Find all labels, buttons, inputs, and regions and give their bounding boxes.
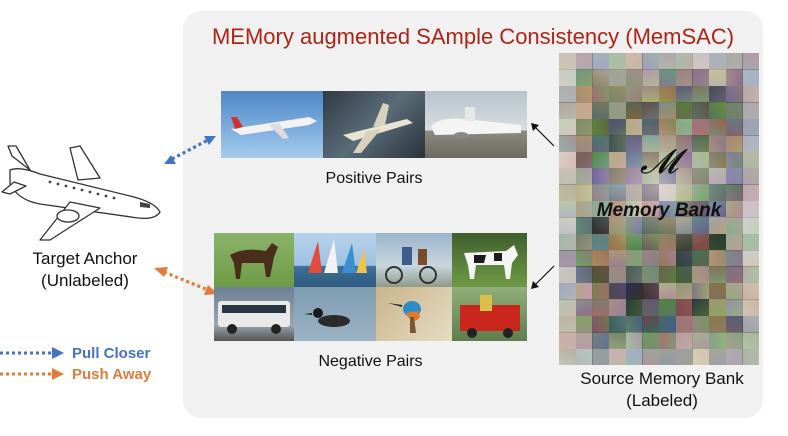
airplane-sketch-icon	[1, 145, 161, 241]
push-away-label: Push Away	[72, 366, 152, 383]
positive-image	[221, 91, 323, 158]
negative-image	[294, 233, 376, 287]
negative-image	[452, 233, 527, 287]
memory-bank-name: Memory Bank	[596, 200, 722, 221]
pull-arrow-icon	[164, 136, 216, 164]
push-legend-arrow-icon	[0, 368, 64, 380]
pull-legend-arrow-icon	[0, 347, 64, 359]
positive-pairs-caption: Positive Pairs	[325, 170, 423, 187]
diagram-title: MEMory augmented SAmple Consistency (Mem…	[211, 24, 735, 49]
pull-closer-label: Pull Closer	[72, 345, 151, 362]
negative-pairs-caption: Negative Pairs	[318, 353, 423, 370]
positive-image	[425, 91, 527, 158]
positive-pairs-strip	[221, 91, 527, 158]
target-label-line1: Target Anchor	[32, 249, 138, 268]
push-arrow-icon	[154, 267, 218, 295]
source-memory-bank-caption: Source Memory Bank (Labeled)	[548, 368, 776, 412]
negative-image	[452, 287, 527, 341]
memory-symbol: 𝓜	[639, 142, 679, 182]
negative-image	[214, 233, 294, 287]
negative-image	[214, 287, 294, 341]
negative-pairs-grid	[214, 233, 527, 341]
negative-image	[376, 233, 452, 287]
positive-image	[323, 91, 425, 158]
target-label-line2: (Unlabeled)	[41, 271, 129, 290]
negative-image	[376, 287, 452, 341]
negative-image	[294, 287, 376, 341]
target-anchor-label: Target Anchor (Unlabeled)	[5, 248, 165, 292]
bank-caption-line2: (Labeled)	[626, 391, 698, 410]
bank-to-negative-arrow-icon	[531, 265, 555, 289]
bank-caption-line1: Source Memory Bank	[580, 369, 744, 388]
bank-to-positive-arrow-icon	[531, 123, 555, 147]
